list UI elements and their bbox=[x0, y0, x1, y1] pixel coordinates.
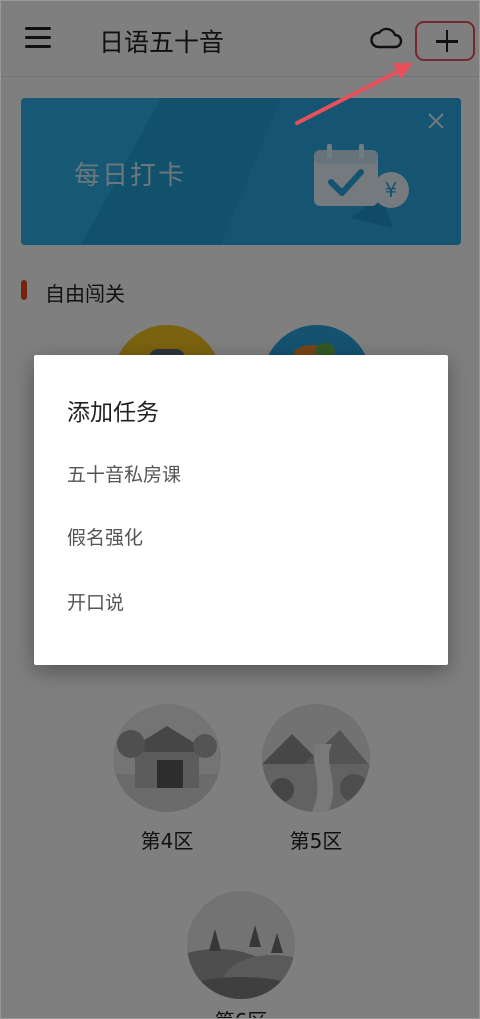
dialog-item-kana-private-class[interactable]: 五十音私房课 bbox=[34, 447, 448, 503]
add-task-dialog: 添加任务 五十音私房课 假名强化 开口说 bbox=[34, 355, 448, 665]
dialog-title: 添加任务 bbox=[67, 400, 159, 426]
app-screen: 日语五十音 每日打卡 ¥ 自由闯关 bbox=[0, 0, 480, 1019]
dialog-item-speaking[interactable]: 开口说 bbox=[34, 575, 448, 631]
dialog-item-kana-reinforcement[interactable]: 假名强化 bbox=[34, 510, 448, 566]
